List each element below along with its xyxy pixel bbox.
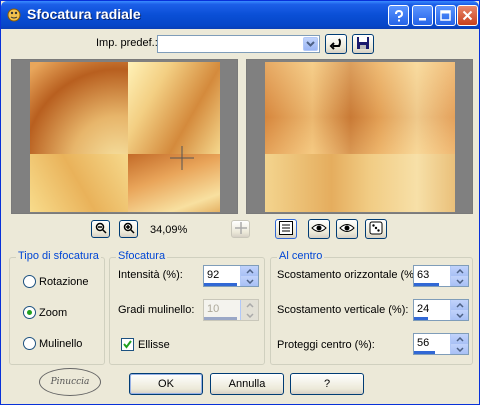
zoom-label: Zoom — [39, 307, 68, 319]
app-icon — [6, 6, 23, 23]
window-title: Sfocatura radiale — [27, 6, 141, 22]
spin-down-icon[interactable] — [451, 344, 468, 354]
preview-toggle-button[interactable] — [336, 219, 358, 239]
twirl-degrees-slider — [204, 317, 237, 320]
maximize-icon — [440, 10, 451, 21]
spin-up-icon[interactable] — [451, 334, 468, 344]
twirl-degrees-value: 10 — [207, 303, 220, 315]
maximize-button[interactable] — [435, 5, 456, 26]
ellipse-label: Ellisse — [138, 339, 170, 351]
h-offset-spin-arrows[interactable] — [450, 266, 468, 286]
twirl-label: Mulinello — [39, 338, 83, 350]
v-offset-spinner[interactable]: 24 — [413, 299, 469, 321]
chevron-down-icon — [306, 38, 315, 50]
preset-label: Imp. predef.: — [96, 37, 158, 49]
cancel-label: Annulla — [228, 378, 266, 390]
move-arrows-icon — [234, 221, 247, 237]
title-bar[interactable]: Sfocatura radiale — [1, 1, 479, 29]
floppy-disk-icon — [356, 36, 370, 53]
protect-center-value: 56 — [417, 337, 430, 349]
ok-label: OK — [158, 378, 174, 390]
zoom-in-button[interactable] — [119, 220, 138, 238]
spin-down-icon[interactable] — [241, 276, 258, 286]
zoom-level: 34,09% — [150, 224, 188, 236]
spin-down-icon[interactable] — [451, 276, 468, 286]
pan-button — [231, 220, 250, 238]
h-offset-slider[interactable] — [414, 283, 439, 286]
ellipse-checkbox[interactable] — [121, 338, 134, 351]
ok-button[interactable]: OK — [129, 373, 203, 395]
blur-title: Sfocatura — [116, 250, 168, 262]
center-crosshair-icon[interactable] — [170, 146, 194, 173]
blur-type-title: Tipo di sfocatura — [16, 250, 101, 262]
intensity-value: 92 — [207, 269, 220, 281]
protect-center-slider[interactable] — [414, 351, 435, 354]
dialog-window: Sfocatura radiale Imp. predef.: 34,09% T… — [0, 0, 480, 405]
show-original-button[interactable] — [308, 219, 330, 239]
undo-arrow-icon — [329, 36, 343, 53]
intensity-spinner[interactable]: 92 — [203, 265, 259, 287]
logo-watermark: Pinuccia — [39, 368, 101, 396]
close-icon — [462, 10, 473, 21]
dice-icon — [369, 221, 383, 238]
spin-up-icon[interactable] — [241, 266, 258, 276]
center-title: Al centro — [277, 250, 325, 262]
spin-up-icon — [241, 300, 258, 310]
minimize-button[interactable] — [412, 5, 433, 26]
spin-up-icon[interactable] — [451, 300, 468, 310]
zoom-out-icon — [95, 222, 107, 237]
list-view-icon — [279, 220, 293, 238]
twirl-degrees-spinner: 10 — [203, 299, 259, 321]
protect-center-label: Proteggi centro (%): — [277, 339, 375, 351]
question-icon — [394, 9, 404, 22]
checkmark-icon — [123, 340, 132, 349]
help-title-button[interactable] — [388, 5, 409, 26]
save-preset-button[interactable] — [352, 34, 374, 54]
proof-toggle-button[interactable] — [275, 219, 297, 239]
result-image — [265, 62, 455, 212]
help-label: ? — [323, 378, 331, 390]
v-offset-spin-arrows[interactable] — [450, 300, 468, 320]
eye-question-icon — [311, 221, 327, 238]
reset-preset-button[interactable] — [325, 34, 347, 54]
zoom-out-button[interactable] — [91, 220, 110, 238]
protect-center-spinner[interactable]: 56 — [413, 333, 469, 355]
h-offset-spinner[interactable]: 63 — [413, 265, 469, 287]
twirl-radio[interactable] — [23, 337, 36, 350]
intensity-label: Intensità (%): — [118, 269, 183, 281]
v-offset-value: 24 — [417, 303, 430, 315]
spin-down-icon — [241, 310, 258, 320]
intensity-spin-arrows[interactable] — [240, 266, 258, 286]
source-image[interactable] — [30, 62, 220, 212]
minimize-icon — [418, 11, 428, 21]
logo-text: Pinuccia — [50, 377, 90, 387]
result-preview-panel — [246, 59, 473, 214]
randomize-button[interactable] — [365, 219, 387, 239]
cancel-button[interactable]: Annulla — [210, 373, 284, 395]
intensity-slider[interactable] — [204, 283, 237, 286]
zoom-radio[interactable] — [23, 306, 36, 319]
h-offset-value: 63 — [417, 269, 430, 281]
protect-spin-arrows[interactable] — [450, 334, 468, 354]
rotation-radio[interactable] — [23, 275, 36, 288]
spin-down-icon[interactable] — [451, 310, 468, 320]
v-offset-label: Scostamento verticale (%): — [277, 304, 409, 316]
rotation-label: Rotazione — [39, 276, 89, 288]
dropdown-arrow-button[interactable] — [303, 37, 318, 51]
help-button[interactable]: ? — [290, 373, 364, 395]
h-offset-label: Scostamento orizzontale (%): — [277, 269, 421, 281]
zoom-in-icon — [123, 222, 135, 237]
preset-dropdown[interactable] — [157, 35, 320, 53]
source-preview-panel[interactable] — [11, 59, 238, 214]
eye-icon — [339, 222, 355, 237]
twirl-spin-arrows — [240, 300, 258, 320]
twirl-degrees-label: Gradi mulinello: — [118, 304, 195, 316]
spin-up-icon[interactable] — [451, 266, 468, 276]
v-offset-slider[interactable] — [414, 317, 428, 320]
close-button[interactable] — [457, 5, 478, 26]
